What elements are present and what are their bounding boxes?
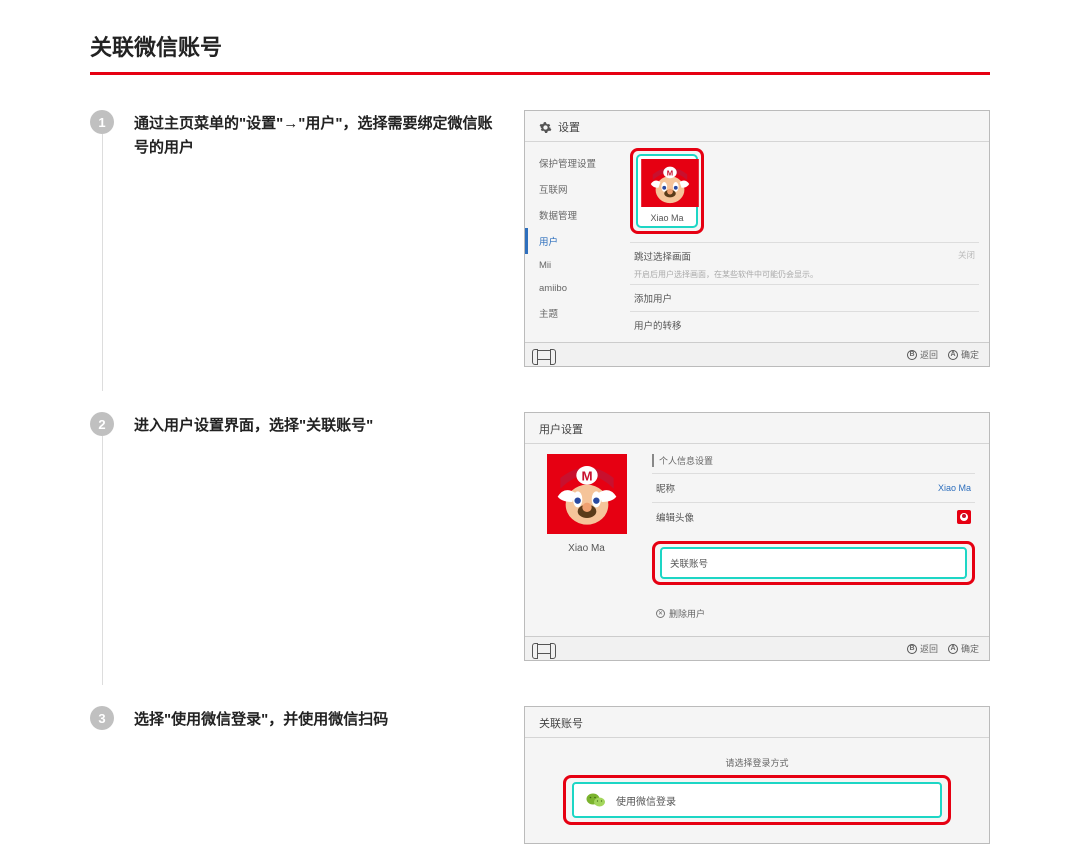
back-label: 返回	[920, 642, 938, 655]
skip-label: 跳过选择画面	[634, 249, 691, 263]
screenshot-2: 用户设置 M Xia	[524, 412, 990, 661]
menu-item[interactable]: Mii	[525, 254, 620, 277]
user-card-highlight[interactable]: M Xiao Ma	[630, 148, 704, 234]
step-number-2: 2	[90, 412, 114, 436]
controller-icon	[535, 644, 553, 654]
skip-row[interactable]: 跳过选择画面 关闭	[630, 242, 979, 269]
s1-footer: B返回 A确定	[525, 342, 989, 366]
step-text-3: 选择"使用微信登录"，并使用微信扫码	[134, 706, 504, 732]
s2-header: 用户设置	[525, 413, 989, 444]
screenshot-3: 关联账号 请选择登录方式 使用微信登录	[524, 706, 990, 844]
step-text-2: 进入用户设置界面，选择"关联账号"	[134, 412, 504, 438]
step-3: 3 选择"使用微信登录"，并使用微信扫码 关联账号 请选择登录方式 使用微信登录	[90, 706, 990, 844]
s1-header-label: 设置	[558, 119, 580, 135]
back-button[interactable]: B返回	[907, 348, 938, 361]
s1-sidebar: 保护管理设置 互联网 数据管理 用户 Mii amiibo 主题	[525, 142, 620, 342]
menu-item[interactable]: 数据管理	[525, 202, 620, 228]
menu-item[interactable]: amiibo	[525, 277, 620, 300]
s1-header: 设置	[525, 111, 989, 142]
step-2: 2 进入用户设置界面，选择"关联账号" 用户设置 M	[90, 412, 990, 661]
ok-button[interactable]: A确定	[948, 348, 979, 361]
controller-icon	[535, 350, 553, 360]
ok-label: 确定	[961, 642, 979, 655]
link-account-label: 关联账号	[660, 547, 967, 579]
step-number-3: 3	[90, 706, 114, 730]
step-1: 1 通过主页菜单的"设置"→"用户"，选择需要绑定微信账号的用户 设置 保护管理…	[90, 110, 990, 367]
delete-icon: ✕	[656, 609, 665, 618]
timeline-line	[102, 436, 103, 685]
title-underline	[90, 72, 990, 75]
menu-item-selected[interactable]: 用户	[525, 228, 620, 254]
ok-button[interactable]: A确定	[948, 642, 979, 655]
nickname-row[interactable]: 昵称 Xiao Ma	[652, 473, 975, 502]
page-title: 关联微信账号	[90, 30, 990, 72]
link-account-highlight[interactable]: 关联账号	[652, 541, 975, 585]
timeline-line	[102, 134, 103, 391]
nickname-value: Xiao Ma	[938, 483, 971, 493]
menu-item[interactable]: 主题	[525, 300, 620, 326]
add-user-label: 添加用户	[634, 291, 672, 305]
s2-footer: B返回 A确定	[525, 636, 989, 660]
screenshot-1: 设置 保护管理设置 互联网 数据管理 用户 Mii amiibo 主题	[524, 110, 990, 367]
step-text-1: 通过主页菜单的"设置"→"用户"，选择需要绑定微信账号的用户	[134, 110, 504, 160]
nickname-label: 昵称	[656, 481, 675, 495]
transfer-label: 用户的转移	[634, 318, 682, 332]
add-user-row[interactable]: 添加用户	[630, 284, 979, 311]
back-button[interactable]: B返回	[907, 642, 938, 655]
skip-hint: 开启后用户选择画面，在某些软件中可能仍会显示。	[630, 269, 979, 284]
step-number-1: 1	[90, 110, 114, 134]
menu-item[interactable]: 互联网	[525, 176, 620, 202]
ok-label: 确定	[961, 348, 979, 361]
transfer-row[interactable]: 用户的转移	[630, 311, 979, 338]
user-card-name: Xiao Ma	[641, 210, 693, 223]
wechat-login-label: 使用微信登录	[616, 793, 676, 808]
mini-avatar-icon	[957, 510, 971, 524]
avatar-label: 编辑头像	[656, 510, 694, 524]
mario-avatar-icon: M	[547, 454, 627, 534]
login-prompt: 请选择登录方式	[563, 756, 951, 769]
menu-item[interactable]: 保护管理设置	[525, 150, 620, 176]
user-name: Xiao Ma	[539, 537, 634, 554]
section-heading: 个人信息设置	[652, 454, 975, 467]
wechat-icon	[586, 792, 606, 808]
delete-user-row[interactable]: ✕ 删除用户	[652, 601, 975, 626]
skip-value: 关闭	[958, 249, 975, 263]
svg-text:M: M	[581, 469, 592, 484]
avatar-row[interactable]: 编辑头像	[652, 502, 975, 531]
delete-label: 删除用户	[669, 607, 705, 620]
back-label: 返回	[920, 348, 938, 361]
s3-header: 关联账号	[525, 707, 989, 738]
gear-icon	[539, 121, 552, 134]
svg-text:M: M	[667, 168, 673, 177]
mario-avatar-icon: M	[641, 159, 699, 207]
